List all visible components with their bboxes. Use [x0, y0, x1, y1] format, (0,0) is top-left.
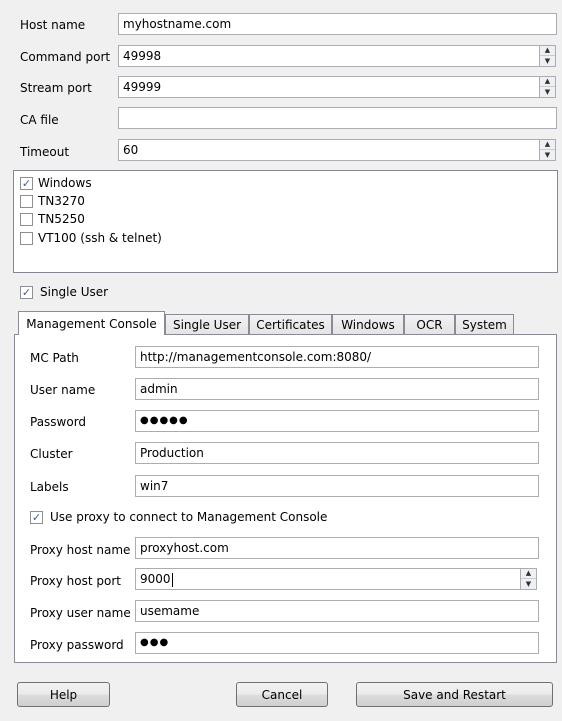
tab-certificates[interactable]: Certificates: [249, 314, 332, 335]
password-field[interactable]: ●●●●●: [135, 410, 539, 432]
host-name-field[interactable]: myhostname.com: [118, 13, 557, 35]
stream-port-label: Stream port: [20, 81, 92, 95]
ca-file-field[interactable]: [118, 107, 557, 129]
timeout-field[interactable]: 60: [118, 139, 540, 161]
tn3270-checkbox[interactable]: [20, 195, 33, 208]
proxy-password-label: Proxy password: [30, 638, 124, 652]
spin-down-icon[interactable]: ▼: [540, 150, 555, 160]
terminal-types-list[interactable]: [13, 170, 558, 273]
proxy-host-name-label: Proxy host name: [30, 543, 131, 557]
proxy-host-port-spinner[interactable]: ▲ ▼: [520, 568, 537, 590]
spin-down-icon[interactable]: ▼: [540, 56, 555, 66]
labels-label: Labels: [30, 480, 69, 494]
use-proxy-checkbox[interactable]: ✓: [30, 511, 43, 524]
command-port-label: Command port: [20, 50, 111, 64]
windows-checkbox[interactable]: ✓: [20, 177, 33, 190]
spin-up-icon[interactable]: ▲: [540, 140, 555, 150]
host-name-label: Host name: [20, 18, 86, 32]
spin-up-icon[interactable]: ▲: [540, 46, 555, 56]
user-name-label: User name: [30, 383, 96, 397]
help-button[interactable]: Help: [17, 682, 110, 707]
mc-path-label: MC Path: [30, 351, 79, 365]
tab-single-user[interactable]: Single User: [165, 314, 249, 335]
text-caret: [171, 572, 173, 587]
check-icon: ✓: [31, 511, 42, 524]
ca-file-label: CA file: [20, 113, 59, 127]
timeout-label: Timeout: [20, 145, 70, 159]
proxy-host-port-label: Proxy host port: [30, 574, 122, 588]
use-proxy-label[interactable]: Use proxy to connect to Management Conso…: [50, 509, 327, 525]
list-item-windows[interactable]: Windows: [38, 175, 92, 191]
timeout-spinner[interactable]: ▲ ▼: [539, 139, 556, 161]
mc-path-field[interactable]: http://managementconsole.com:8080/: [135, 346, 539, 368]
labels-field[interactable]: win7: [135, 475, 539, 497]
vt100-checkbox[interactable]: [20, 232, 33, 245]
tab-windows[interactable]: Windows: [332, 314, 404, 335]
spin-down-icon[interactable]: ▼: [521, 579, 536, 589]
proxy-host-port-field[interactable]: 9000: [135, 568, 521, 590]
tab-system[interactable]: System: [455, 314, 514, 335]
tab-management-console[interactable]: Management Console: [18, 311, 165, 335]
proxy-password-field[interactable]: ●●●: [135, 632, 539, 654]
save-and-restart-button[interactable]: Save and Restart: [356, 682, 553, 707]
check-icon: ✓: [21, 286, 32, 299]
single-user-label[interactable]: Single User: [40, 284, 108, 300]
tab-ocr[interactable]: OCR: [404, 314, 455, 335]
cluster-field[interactable]: Production: [135, 442, 539, 464]
cluster-label: Cluster: [30, 447, 73, 461]
stream-port-spinner[interactable]: ▲ ▼: [539, 76, 556, 98]
check-icon: ✓: [21, 177, 32, 190]
proxy-user-name-field[interactable]: usemame: [135, 600, 539, 622]
spin-up-icon[interactable]: ▲: [521, 569, 536, 579]
spin-up-icon[interactable]: ▲: [540, 77, 555, 87]
command-port-spinner[interactable]: ▲ ▼: [539, 45, 556, 67]
tn5250-checkbox[interactable]: [20, 213, 33, 226]
password-label: Password: [30, 415, 87, 429]
stream-port-field[interactable]: 49999: [118, 76, 540, 98]
proxy-host-port-value: 9000: [140, 572, 171, 586]
command-port-field[interactable]: 49998: [118, 45, 540, 67]
proxy-user-name-label: Proxy user name: [30, 606, 131, 620]
proxy-host-name-field[interactable]: proxyhost.com: [135, 537, 539, 559]
user-name-field[interactable]: admin: [135, 378, 539, 400]
single-user-checkbox[interactable]: ✓: [20, 286, 33, 299]
list-item-tn3270[interactable]: TN3270: [38, 193, 85, 209]
spin-down-icon[interactable]: ▼: [540, 87, 555, 97]
list-item-tn5250[interactable]: TN5250: [38, 211, 85, 227]
list-item-vt100[interactable]: VT100 (ssh & telnet): [38, 230, 162, 246]
cancel-button[interactable]: Cancel: [236, 682, 328, 707]
